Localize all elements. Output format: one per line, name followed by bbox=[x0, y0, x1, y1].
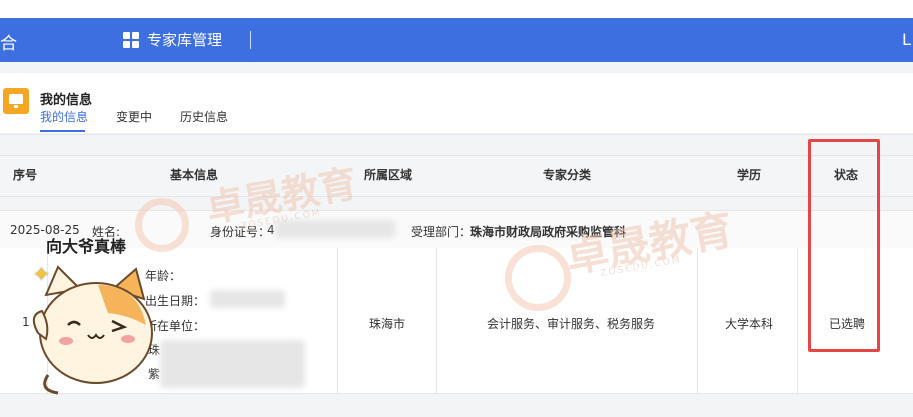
watermark-logo bbox=[135, 198, 189, 252]
group-dept-label: 受理部门： bbox=[411, 225, 472, 239]
active-tab-indicator bbox=[40, 130, 85, 132]
col-divider bbox=[797, 248, 798, 393]
header-divider bbox=[250, 31, 251, 49]
header-left-glyph[interactable]: 合 bbox=[0, 29, 17, 54]
watermark-logo bbox=[505, 245, 571, 311]
header-title[interactable]: 专家库管理 bbox=[147, 29, 222, 50]
tab-changing[interactable]: 变更中 bbox=[116, 108, 152, 125]
header-right-glyph[interactable]: L bbox=[902, 30, 911, 49]
row-education: 大学本科 bbox=[725, 317, 774, 331]
col-divider bbox=[697, 248, 698, 393]
panel-title: 我的信息 bbox=[40, 93, 93, 108]
redacted-unit bbox=[160, 340, 305, 388]
th-index: 序号 bbox=[13, 168, 38, 182]
tab-history[interactable]: 历史信息 bbox=[180, 108, 228, 125]
monitor-icon bbox=[3, 88, 29, 114]
status-highlight-box bbox=[808, 139, 880, 352]
app-header: 合 专家库管理 L bbox=[0, 18, 913, 62]
th-category: 专家分类 bbox=[543, 168, 592, 182]
row-category: 会计服务、审计服务、税务服务 bbox=[487, 317, 656, 331]
th-region: 所属区域 bbox=[364, 168, 413, 182]
panel-divider bbox=[0, 134, 913, 135]
row-region: 珠海市 bbox=[369, 317, 406, 331]
top-strip bbox=[0, 0, 913, 18]
grid-icon bbox=[123, 32, 139, 48]
col-divider bbox=[436, 248, 437, 393]
sticker-caption: 向大爷真棒 bbox=[46, 237, 127, 256]
cat-sticker bbox=[32, 265, 153, 395]
redacted-birth bbox=[210, 290, 285, 308]
col-divider bbox=[337, 248, 338, 393]
table-header bbox=[0, 155, 913, 197]
th-education: 学历 bbox=[737, 168, 762, 182]
tab-my-info[interactable]: 我的信息 bbox=[40, 108, 88, 125]
